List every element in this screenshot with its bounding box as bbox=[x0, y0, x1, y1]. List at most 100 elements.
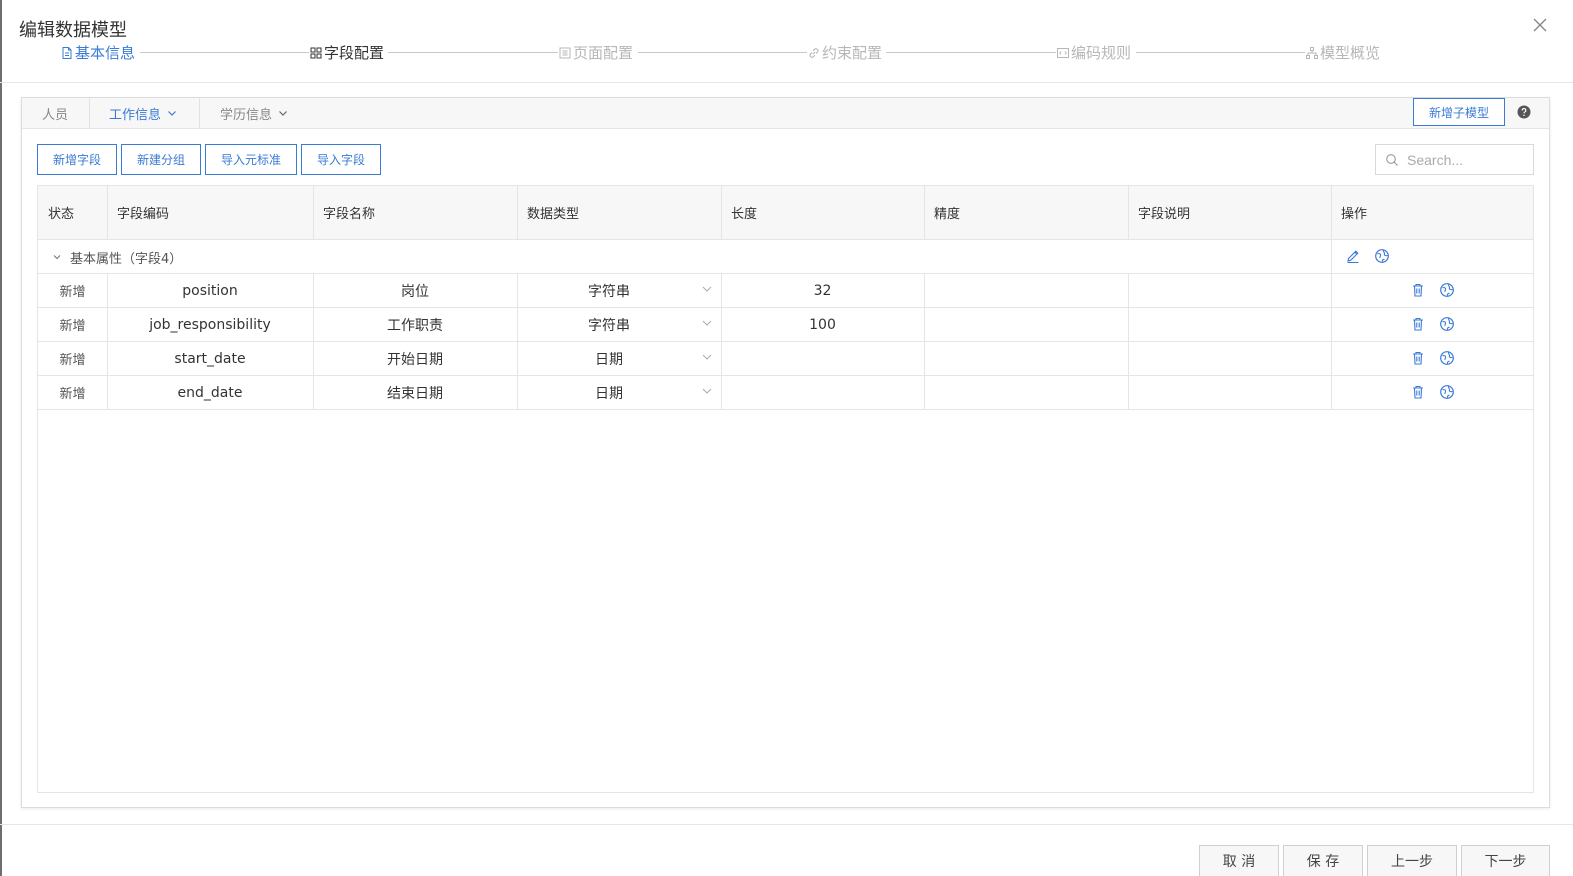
cell-description[interactable] bbox=[1128, 342, 1331, 375]
trash-icon[interactable] bbox=[1410, 316, 1426, 332]
trash-icon[interactable] bbox=[1410, 384, 1426, 400]
step-label: 字段配置 bbox=[324, 44, 385, 62]
cell-data-type[interactable]: 日期 bbox=[517, 342, 701, 375]
tab-work-info[interactable]: 工作信息 bbox=[109, 98, 178, 128]
chevron-down-icon[interactable] bbox=[701, 385, 713, 397]
col-field-code: 字段编码 bbox=[117, 207, 170, 222]
fields-table: 状态 字段编码 字段名称 数据类型 长度 精度 字段说明 操作 基本属性（字段4… bbox=[37, 185, 1534, 793]
next-step-button[interactable]: 下一步 bbox=[1461, 845, 1550, 876]
globe-icon[interactable] bbox=[1439, 316, 1455, 332]
add-submodel-button[interactable]: 新增子模型 bbox=[1413, 98, 1505, 126]
tab-divider bbox=[89, 98, 90, 128]
step-page-config[interactable]: 页面配置 bbox=[558, 42, 634, 63]
field-config-panel: 人员 工作信息 学历信息 新增子模型 新增字段 新建分组 导入元标准 导入字段 … bbox=[21, 97, 1550, 808]
header-divider bbox=[0, 82, 1573, 83]
cell-field-name[interactable]: 结束日期 bbox=[313, 376, 517, 409]
cell-length[interactable]: 100 bbox=[721, 308, 924, 341]
col-divider bbox=[1331, 274, 1332, 410]
step-constraint-config[interactable]: 约束配置 bbox=[807, 42, 883, 63]
import-meta-standard-button[interactable]: 导入元标准 bbox=[205, 144, 297, 175]
prev-step-button[interactable]: 上一步 bbox=[1367, 845, 1457, 876]
cell-length[interactable] bbox=[721, 376, 924, 409]
tab-person[interactable]: 人员 bbox=[42, 98, 68, 128]
edit-icon[interactable] bbox=[1345, 248, 1361, 264]
cell-precision[interactable] bbox=[924, 376, 1128, 409]
search-input[interactable] bbox=[1407, 151, 1527, 168]
cell-status: 新增 bbox=[59, 353, 86, 368]
cell-data-type[interactable]: 字符串 bbox=[517, 274, 701, 307]
help-icon[interactable] bbox=[1517, 105, 1531, 119]
col-divider bbox=[107, 186, 108, 240]
col-data-type: 数据类型 bbox=[527, 207, 580, 222]
chevron-down-icon[interactable] bbox=[701, 317, 713, 329]
col-divider bbox=[517, 274, 518, 410]
chevron-down-icon bbox=[168, 111, 176, 116]
step-connector bbox=[886, 52, 1058, 53]
chevron-down-icon bbox=[53, 255, 61, 260]
tab-label: 人员 bbox=[42, 107, 69, 123]
save-button[interactable]: 保 存 bbox=[1283, 845, 1363, 876]
step-basic-info[interactable]: 基本信息 bbox=[60, 42, 136, 63]
cell-length[interactable] bbox=[721, 342, 924, 375]
cell-precision[interactable] bbox=[924, 342, 1128, 375]
cell-field-code[interactable]: job_responsibility bbox=[107, 308, 313, 341]
col-divider bbox=[721, 186, 722, 240]
code-icon bbox=[1057, 47, 1069, 58]
cell-description[interactable] bbox=[1128, 376, 1331, 409]
cell-description[interactable] bbox=[1128, 274, 1331, 307]
cell-field-name[interactable]: 工作职责 bbox=[313, 308, 517, 341]
globe-icon[interactable] bbox=[1374, 248, 1390, 264]
chevron-down-icon[interactable] bbox=[701, 351, 713, 363]
table-row[interactable]: 新增 start_date 开始日期 日期 bbox=[38, 342, 1533, 376]
col-divider bbox=[924, 186, 925, 240]
cell-length[interactable]: 32 bbox=[721, 274, 924, 307]
import-field-button[interactable]: 导入字段 bbox=[301, 144, 381, 175]
close-button[interactable] bbox=[1529, 14, 1551, 36]
globe-icon[interactable] bbox=[1439, 350, 1455, 366]
step-label: 页面配置 bbox=[573, 44, 634, 62]
group-toggle[interactable]: 基本属性（字段4） bbox=[52, 240, 182, 274]
dialog-title: 编辑数据模型 bbox=[19, 20, 127, 41]
table-row[interactable]: 新增 job_responsibility 工作职责 字符串 100 bbox=[38, 308, 1533, 342]
trash-icon[interactable] bbox=[1410, 350, 1426, 366]
step-field-config[interactable]: 字段配置 bbox=[309, 42, 385, 63]
cell-status: 新增 bbox=[59, 319, 86, 334]
cell-field-name[interactable]: 岗位 bbox=[313, 274, 517, 307]
wizard-steps: 基本信息 字段配置 页面配置 约束配置 编码规则 模型概览 bbox=[60, 42, 1390, 64]
cell-data-type[interactable]: 字符串 bbox=[517, 308, 701, 341]
table-row[interactable]: 新增 position 岗位 字符串 32 bbox=[38, 274, 1533, 308]
step-encoding-rules[interactable]: 编码规则 bbox=[1056, 42, 1132, 63]
tab-education-info[interactable]: 学历信息 bbox=[220, 98, 289, 128]
window-left-edge bbox=[0, 0, 2, 876]
step-label: 约束配置 bbox=[822, 44, 883, 62]
cell-data-type[interactable]: 日期 bbox=[517, 376, 701, 409]
cell-field-code[interactable]: position bbox=[107, 274, 313, 307]
col-description: 字段说明 bbox=[1138, 207, 1191, 222]
cell-field-code[interactable]: start_date bbox=[107, 342, 313, 375]
cell-precision[interactable] bbox=[924, 274, 1128, 307]
add-field-button[interactable]: 新增字段 bbox=[37, 144, 117, 175]
cancel-button[interactable]: 取 消 bbox=[1199, 845, 1279, 876]
grid-icon bbox=[310, 47, 322, 58]
col-divider bbox=[313, 186, 314, 240]
cell-precision[interactable] bbox=[924, 308, 1128, 341]
globe-icon[interactable] bbox=[1439, 282, 1455, 298]
table-header: 状态 字段编码 字段名称 数据类型 长度 精度 字段说明 操作 bbox=[38, 186, 1533, 240]
col-divider bbox=[1331, 240, 1332, 274]
chevron-down-icon[interactable] bbox=[701, 283, 713, 295]
cell-field-name[interactable]: 开始日期 bbox=[313, 342, 517, 375]
step-model-overview[interactable]: 模型概览 bbox=[1305, 42, 1381, 63]
search-icon bbox=[1386, 153, 1398, 166]
col-status: 状态 bbox=[48, 207, 75, 222]
cell-status: 新增 bbox=[59, 387, 86, 402]
table-row[interactable]: 新增 end_date 结束日期 日期 bbox=[38, 376, 1533, 410]
trash-icon[interactable] bbox=[1410, 282, 1426, 298]
add-group-button[interactable]: 新建分组 bbox=[121, 144, 201, 175]
chevron-down-icon bbox=[279, 111, 287, 116]
tab-divider bbox=[199, 98, 200, 128]
cell-field-code[interactable]: end_date bbox=[107, 376, 313, 409]
col-divider bbox=[517, 186, 518, 240]
globe-icon[interactable] bbox=[1439, 384, 1455, 400]
step-label: 编码规则 bbox=[1071, 44, 1132, 62]
cell-description[interactable] bbox=[1128, 308, 1331, 341]
